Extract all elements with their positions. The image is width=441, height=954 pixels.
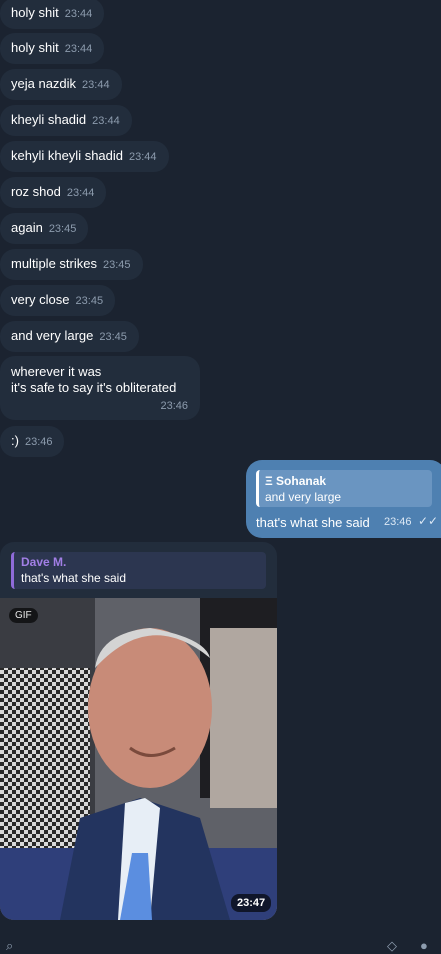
message-text: yeja nazdik (11, 76, 77, 91)
message-bubble[interactable]: kehyli kheyli shadid 23:44 (0, 141, 169, 172)
message-text: and very large (11, 328, 94, 343)
message-time: 23:45 (99, 331, 127, 343)
message-text: kehyli kheyli shadid (11, 148, 124, 163)
outgoing-message-bubble[interactable]: Ξ Sohanak and very large that's what she… (246, 460, 441, 538)
message-time: 23:45 (48, 223, 77, 235)
message-bubble[interactable]: holy shit 23:44 (0, 0, 105, 29)
message-line: it's safe to say it's obliterated (11, 380, 177, 395)
message-text: roz shod (11, 184, 61, 199)
message-text: that's what she said (256, 515, 370, 530)
message-bubble[interactable]: kheyli shadid 23:44 (0, 105, 132, 136)
message-bubble[interactable]: again 23:45 (0, 213, 89, 244)
message-time: 23:46 (24, 436, 53, 448)
message-bubble[interactable]: and very large 23:45 (0, 321, 139, 352)
message-text: kheyli shadid (11, 112, 87, 127)
message-bubble[interactable]: holy shit 23:44 (0, 33, 105, 64)
message-time: 23:44 (92, 115, 120, 127)
message-time: 23:46 (384, 516, 412, 528)
message-bubble[interactable]: roz shod 23:44 (0, 177, 107, 208)
message-text: again (11, 220, 43, 235)
message-text: :) (11, 433, 19, 448)
message-time: 23:45 (102, 259, 131, 271)
composer-bar (0, 936, 441, 952)
gif-image[interactable] (0, 598, 277, 920)
reply-quote-author: Ξ Sohanak (265, 474, 327, 488)
reply-quote-text: and very large (265, 490, 342, 504)
gif-photo-illustration (0, 598, 277, 920)
message-text: holy shit (11, 40, 59, 55)
message-text: multiple strikes (11, 256, 97, 271)
message-time: 23:45 (75, 295, 104, 307)
message-bubble[interactable]: wherever it was it's safe to say it's ob… (0, 356, 200, 420)
message-time: 23:44 (66, 187, 95, 199)
gif-message-bubble[interactable]: Dave M. that's what she said (0, 542, 277, 920)
message-time: 23:44 (64, 8, 93, 20)
message-time: 23:47 (231, 894, 272, 912)
message-bubble[interactable]: very close 23:45 (0, 285, 116, 316)
message-line: wherever it was (11, 364, 102, 379)
reply-quote[interactable]: Ξ Sohanak and very large (256, 470, 432, 507)
message-time: 23:44 (64, 43, 93, 55)
message-bubble[interactable]: :) 23:46 (0, 426, 65, 457)
message-time: 23:44 (129, 151, 157, 163)
message-time: 23:46 (160, 400, 188, 412)
message-time: 23:44 (82, 79, 110, 91)
reply-quote-text: that's what she said (21, 571, 127, 585)
message-text: holy shit (11, 5, 59, 20)
message-bubble[interactable]: multiple strikes 23:45 (0, 249, 143, 280)
gif-badge: GIF (9, 608, 38, 623)
mic-icon[interactable]: ● (420, 938, 428, 953)
read-receipt-icon: ✓✓ (418, 514, 439, 528)
message-text: very close (11, 292, 70, 307)
reply-quote-author: Dave M. (21, 555, 67, 569)
reply-quote[interactable]: Dave M. that's what she said (11, 552, 266, 589)
message-bubble[interactable]: yeja nazdik 23:44 (0, 69, 122, 100)
